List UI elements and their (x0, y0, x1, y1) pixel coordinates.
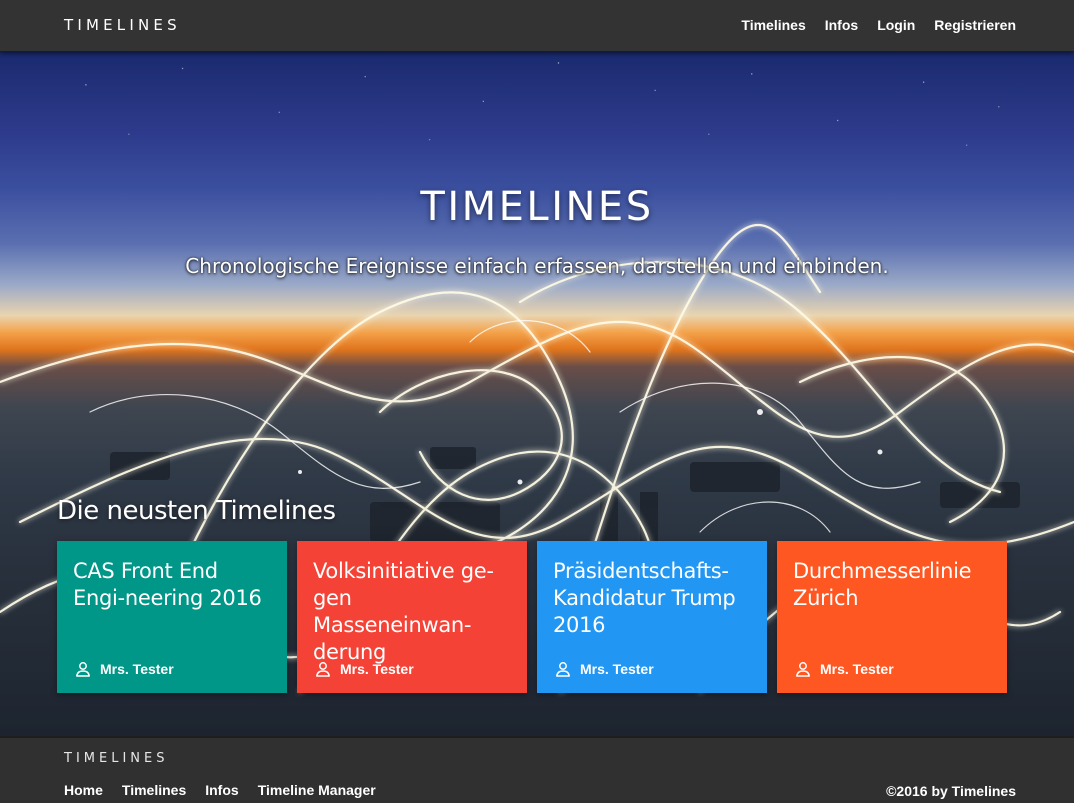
footer-link-infos[interactable]: Infos (205, 782, 238, 798)
timeline-card-author: Mrs. Tester (315, 661, 414, 677)
user-icon (796, 662, 810, 677)
author-name: Mrs. Tester (100, 661, 174, 677)
footer-link-timeline-manager[interactable]: Timeline Manager (258, 782, 376, 798)
timeline-card-author: Mrs. Tester (75, 661, 174, 677)
brand-logo[interactable]: TIMELINES (64, 16, 181, 34)
nav-link-infos[interactable]: Infos (825, 17, 858, 33)
timeline-cards: CAS Front End Engi-neering 2016 Mrs. Tes… (57, 541, 1007, 693)
hero-subtitle: Chronologische Ereignisse einfach erfass… (185, 254, 889, 278)
user-icon (76, 662, 90, 677)
timeline-card[interactable]: Durchmesserlinie Zürich Mrs. Tester (777, 541, 1007, 693)
nav-link-login[interactable]: Login (877, 17, 915, 33)
footer-link-home[interactable]: Home (64, 782, 103, 798)
top-navbar: TIMELINES Timelines Infos Login Registri… (0, 0, 1074, 52)
timeline-card-author: Mrs. Tester (795, 661, 894, 677)
author-name: Mrs. Tester (580, 661, 654, 677)
user-icon (316, 662, 330, 677)
timeline-card-title: Durchmesserlinie Zürich (793, 559, 972, 610)
hero-banner: TIMELINES Chronologische Ereignisse einf… (0, 52, 1074, 736)
user-icon (556, 662, 570, 677)
author-name: Mrs. Tester (820, 661, 894, 677)
timeline-card-title: Volksinitiative ge-gen Masseneinwan-deru… (313, 559, 494, 664)
footer-links: Home Timelines Infos Timeline Manager (64, 782, 376, 798)
copyright-text: ©2016 by Timelines (886, 783, 1016, 799)
nav-link-registrieren[interactable]: Registrieren (934, 17, 1016, 33)
nav-links: Timelines Infos Login Registrieren (741, 17, 1016, 33)
footer-brand: TIMELINES (64, 751, 169, 766)
footer-link-timelines[interactable]: Timelines (122, 782, 186, 798)
timeline-card[interactable]: Präsidentschafts-Kandidatur Trump 2016 M… (537, 541, 767, 693)
timeline-card[interactable]: CAS Front End Engi-neering 2016 Mrs. Tes… (57, 541, 287, 693)
timeline-card[interactable]: Volksinitiative ge-gen Masseneinwan-deru… (297, 541, 527, 693)
latest-timelines-heading: Die neusten Timelines (57, 496, 336, 526)
nav-link-timelines[interactable]: Timelines (741, 17, 805, 33)
timeline-card-title: CAS Front End Engi-neering 2016 (73, 559, 262, 610)
timeline-card-title: Präsidentschafts-Kandidatur Trump 2016 (553, 559, 736, 637)
author-name: Mrs. Tester (340, 661, 414, 677)
timeline-card-author: Mrs. Tester (555, 661, 654, 677)
hero-title: TIMELINES (420, 184, 654, 230)
page-footer: TIMELINES Home Timelines Infos Timeline … (0, 736, 1074, 803)
